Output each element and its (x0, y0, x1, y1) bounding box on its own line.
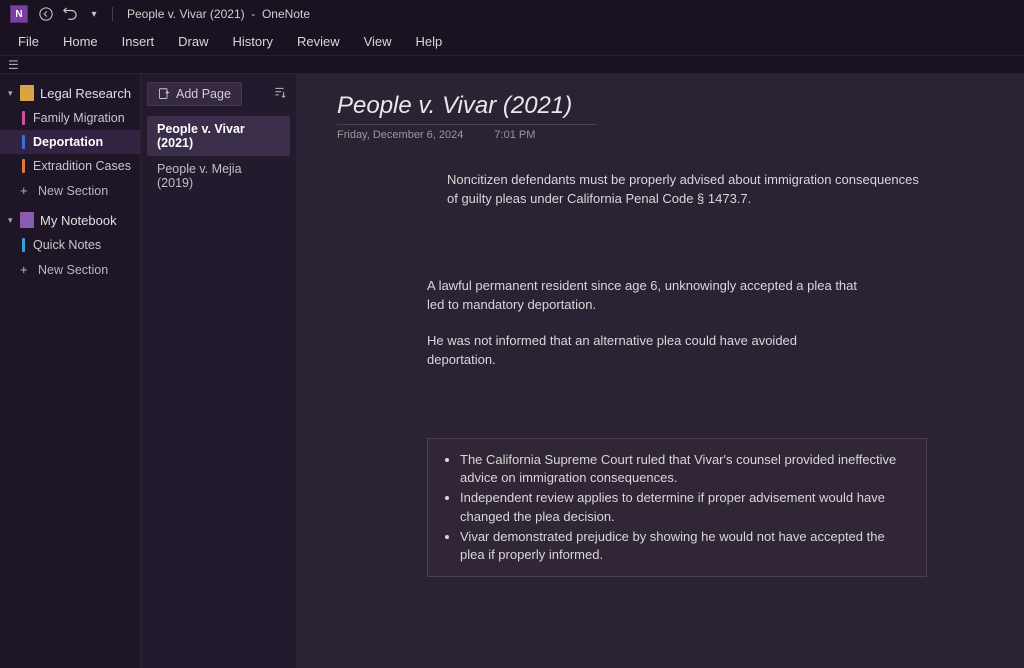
menu-draw[interactable]: Draw (166, 30, 220, 53)
section-label: Quick Notes (33, 238, 101, 252)
notebook-icon (20, 85, 34, 101)
window-title: People v. Vivar (2021) - OneNote (127, 7, 310, 21)
menu-home[interactable]: Home (51, 30, 110, 53)
page-meta: Friday, December 6, 2024 7:01 PM (337, 129, 994, 141)
section-color-bar (22, 238, 25, 252)
notebook-header-legal-research[interactable]: ▾ Legal Research (0, 80, 140, 106)
add-section-button[interactable]: + New Section (0, 178, 140, 203)
section-color-bar (22, 135, 25, 149)
note-paragraph[interactable]: He was not informed that an alternative … (427, 332, 867, 370)
notebook-icon (20, 212, 34, 228)
menubar: File Home Insert Draw History Review Vie… (0, 28, 1024, 56)
notebook-name: Legal Research (40, 86, 131, 101)
onenote-app-icon: N (10, 5, 28, 23)
note-paragraph[interactable]: A lawful permanent resident since age 6,… (427, 277, 867, 315)
page-item-vivar[interactable]: People v. Vivar (2021) (147, 116, 290, 156)
add-section-label: New Section (38, 184, 108, 198)
page-date: Friday, December 6, 2024 (337, 129, 463, 141)
page-list-panel: Add Page People v. Vivar (2021) People v… (141, 74, 297, 668)
page-time: 7:01 PM (494, 129, 535, 141)
add-page-label: Add Page (176, 87, 231, 101)
add-section-label: New Section (38, 263, 108, 277)
back-button[interactable] (34, 2, 58, 26)
undo-icon (63, 7, 77, 21)
note-paragraph[interactable]: Noncitizen defendants must be properly a… (447, 171, 927, 209)
list-item[interactable]: The California Supreme Court ruled that … (460, 451, 912, 487)
chevron-down-icon: ▾ (8, 215, 18, 226)
chevron-down-icon: ▾ (8, 88, 18, 99)
add-page-icon (158, 88, 170, 100)
notebook-header-my-notebook[interactable]: ▾ My Notebook (0, 207, 140, 233)
main-area: ▾ Legal Research Family Migration Deport… (0, 74, 1024, 668)
section-extradition-cases[interactable]: Extradition Cases (0, 154, 140, 178)
menu-insert[interactable]: Insert (110, 30, 167, 53)
sort-pages-button[interactable] (269, 82, 290, 106)
section-label: Deportation (33, 135, 103, 149)
add-section-button[interactable]: + New Section (0, 257, 140, 282)
section-label: Family Migration (33, 111, 125, 125)
section-color-bar (22, 111, 25, 125)
back-arrow-icon (39, 7, 53, 21)
titlebar-divider (112, 7, 113, 21)
page-canvas[interactable]: People v. Vivar (2021) Friday, December … (297, 74, 1024, 668)
titlebar: N ▾ People v. Vivar (2021) - OneNote (0, 0, 1024, 28)
page-item-mejia[interactable]: People v. Mejia (2019) (147, 156, 290, 196)
menu-review[interactable]: Review (285, 30, 352, 53)
notebook-sidebar: ▾ Legal Research Family Migration Deport… (0, 74, 141, 668)
list-item[interactable]: Independent review applies to determine … (460, 489, 912, 525)
add-page-row: Add Page (147, 82, 290, 106)
add-page-button[interactable]: Add Page (147, 82, 242, 106)
page-title[interactable]: People v. Vivar (2021) (337, 92, 597, 125)
section-quick-notes[interactable]: Quick Notes (0, 233, 140, 257)
section-label: Extradition Cases (33, 159, 131, 173)
section-color-bar (22, 159, 25, 173)
plus-icon: + (20, 262, 32, 277)
menu-file[interactable]: File (6, 30, 51, 53)
sort-icon (273, 86, 286, 99)
menu-help[interactable]: Help (404, 30, 455, 53)
ribbon-collapsed-bar: ☰ (0, 56, 1024, 74)
list-item[interactable]: Vivar demonstrated prejudice by showing … (460, 528, 912, 564)
note-box[interactable]: The California Supreme Court ruled that … (427, 438, 927, 577)
customize-qat-button[interactable]: ▾ (82, 2, 106, 26)
note-container[interactable]: The California Supreme Court ruled that … (427, 438, 927, 577)
plus-icon: + (20, 183, 32, 198)
section-deportation[interactable]: Deportation (0, 130, 140, 154)
notebook-name: My Notebook (40, 213, 117, 228)
bullet-list[interactable]: The California Supreme Court ruled that … (436, 451, 912, 564)
section-family-migration[interactable]: Family Migration (0, 106, 140, 130)
menu-history[interactable]: History (221, 30, 285, 53)
undo-button[interactable] (58, 2, 82, 26)
menu-view[interactable]: View (352, 30, 404, 53)
navigation-toggle-icon[interactable]: ☰ (8, 58, 19, 72)
